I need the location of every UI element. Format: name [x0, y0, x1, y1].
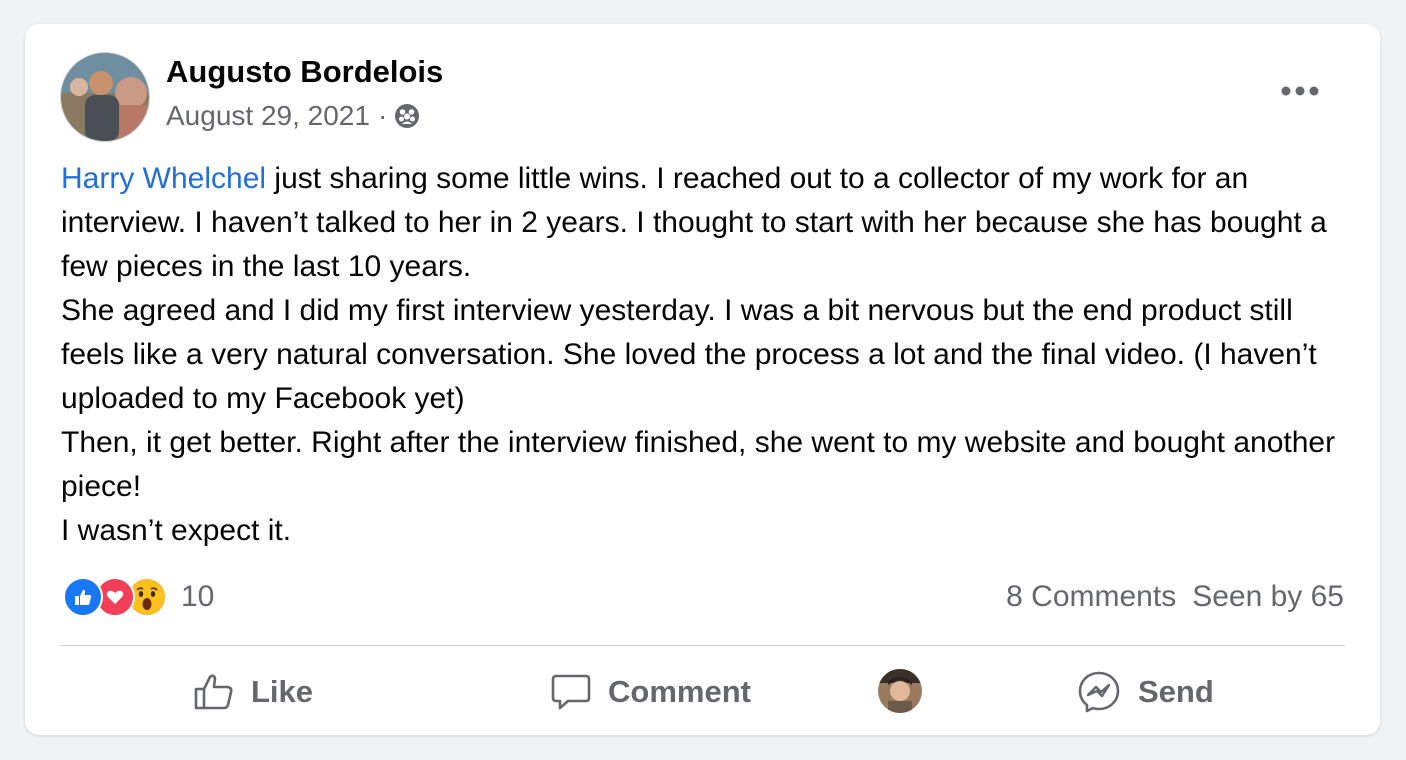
reaction-count: 10: [181, 580, 215, 613]
post-paragraph: She agreed and I did my first interview …: [61, 294, 1317, 415]
group-icon: [393, 102, 421, 130]
send-label: Send: [1138, 674, 1214, 709]
comment-as-avatar[interactable]: [878, 669, 922, 713]
messenger-icon: [1078, 671, 1120, 713]
like-label: Like: [251, 674, 314, 709]
post-paragraph: I wasn’t expect it.: [61, 514, 292, 547]
divider: [60, 645, 1345, 646]
action-bar: Like Comment Send: [25, 664, 1380, 720]
like-button[interactable]: Like: [193, 664, 313, 720]
send-button[interactable]: Send: [1076, 664, 1214, 720]
more-options-button[interactable]: [1276, 76, 1324, 106]
comment-icon: [551, 674, 591, 710]
post-paragraph: Harry Whelchel just sharing some little …: [61, 157, 1351, 289]
reactions-summary[interactable]: 10: [63, 577, 214, 617]
post-stats: 8 Comments Seen by 65: [1006, 580, 1344, 614]
author-avatar[interactable]: [60, 52, 150, 142]
comment-button[interactable]: Comment: [550, 664, 751, 720]
meta-separator: ·: [377, 100, 388, 131]
post-card: Augusto Bordelois August 29, 2021 · Harr…: [25, 24, 1380, 735]
thumbs-up-icon: [194, 674, 233, 710]
more-dots-icon: [1281, 86, 1319, 96]
like-icon: [63, 577, 103, 617]
post-body: Harry Whelchel just sharing some little …: [61, 157, 1351, 553]
post-meta: August 29, 2021 ·: [166, 100, 421, 132]
author-name[interactable]: Augusto Bordelois: [166, 54, 443, 90]
post-paragraph: Then, it get better. Right after the int…: [61, 426, 1336, 503]
seen-by-link[interactable]: Seen by 65: [1192, 580, 1344, 614]
comments-count-link[interactable]: 8 Comments: [1006, 580, 1176, 614]
post-date[interactable]: August 29, 2021: [166, 100, 370, 132]
mention-link[interactable]: Harry Whelchel: [61, 162, 266, 195]
comment-label: Comment: [608, 674, 751, 709]
